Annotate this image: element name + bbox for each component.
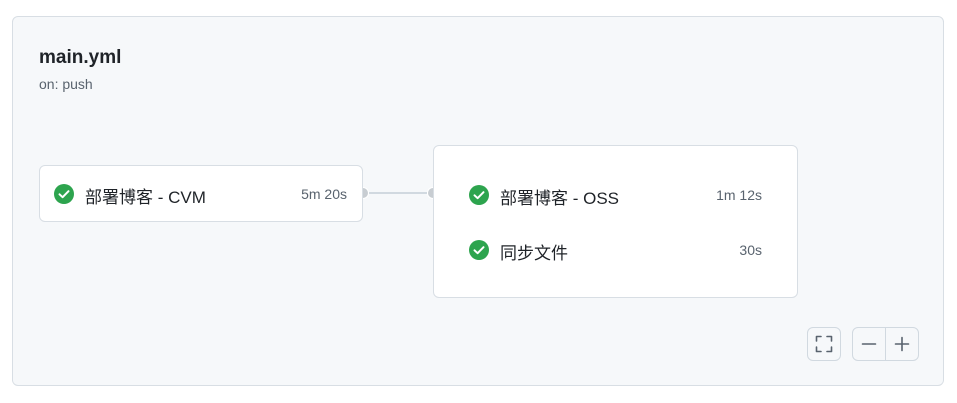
- check-circle-icon: [54, 184, 74, 204]
- minus-icon: [861, 343, 877, 345]
- zoom-out-button[interactable]: [852, 327, 886, 361]
- job-duration: 30s: [739, 242, 762, 258]
- job-duration: 1m 12s: [716, 187, 762, 203]
- workflow-trigger: on: push: [39, 76, 93, 92]
- job-name[interactable]: 部署博客 - CVM: [85, 183, 206, 208]
- workflow-title[interactable]: main.yml: [39, 47, 121, 69]
- zoom-in-button[interactable]: [885, 327, 919, 361]
- job-name[interactable]: 同步文件: [500, 239, 568, 264]
- fullscreen-icon: [815, 335, 833, 353]
- fullscreen-button[interactable]: [807, 327, 841, 361]
- job-card-cvm[interactable]: 部署博客 - CVM 5m 20s: [39, 165, 363, 222]
- check-circle-icon: [469, 185, 489, 205]
- job-name[interactable]: 部署博客 - OSS: [500, 184, 619, 209]
- plus-icon: [894, 336, 910, 352]
- workflow-graph-panel: main.yml on: push 部署博客 - CVM 5m 20s 部署博客…: [12, 16, 944, 386]
- job-card-oss: 部署博客 - OSS 1m 12s 同步文件 30s: [433, 145, 798, 298]
- check-circle-icon: [469, 240, 489, 260]
- job-duration: 5m 20s: [301, 186, 347, 202]
